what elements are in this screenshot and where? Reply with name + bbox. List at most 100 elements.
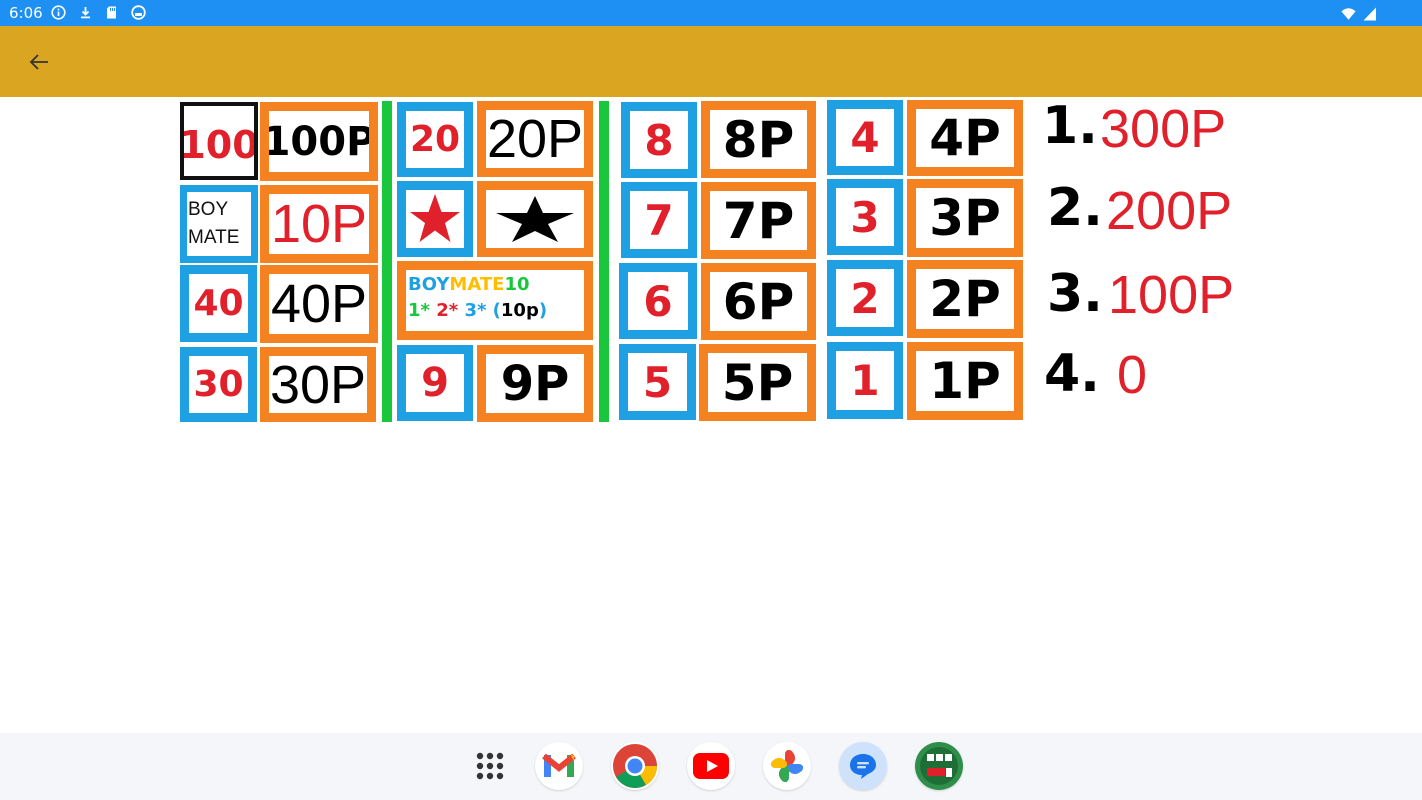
boymate-text: BOY MATE [188,196,239,252]
app-dock [0,733,1422,800]
prize-cell-4p[interactable]: 4P [907,100,1023,176]
rank-number-4: 4. [1044,344,1100,404]
combo-close-paren: ) [538,300,548,321]
number-label: 40 [193,283,244,324]
prize-cell-9p[interactable]: 9P [477,345,593,422]
combo-mate: MATE [449,274,505,295]
prize-label: 30P [269,354,367,415]
prize-label: 1P [929,352,1001,410]
combo-points: 10p [500,300,539,321]
prize-label: 2P [929,270,1001,328]
number-label: 9 [421,360,449,406]
number-cell-1[interactable]: 1 [827,342,903,419]
status-time: 6:06 [9,4,43,22]
status-bar: 6:06 [0,0,1422,26]
prize-label: 4P [929,109,1001,167]
number-label: 4 [850,113,880,162]
black-star-icon [496,196,574,242]
prize-label: 20P [486,109,584,169]
prize-cell-5p[interactable]: 5P [699,344,816,421]
combo-line-1: BOYMATE10 [408,272,530,298]
combo-line-2: 1* 2* 3* (10p) [408,298,547,324]
back-button[interactable] [24,47,54,77]
rank-number-3: 3. [1047,264,1103,324]
prize-cell-20p[interactable]: 20P [477,101,593,177]
download-icon [78,5,93,20]
prize-label: 7P [722,191,795,250]
number-cell-100[interactable]: 100 [180,102,258,180]
number-cell-4[interactable]: 4 [827,100,903,175]
prize-label: 3P [929,189,1001,247]
number-label: 20 [409,119,461,160]
number-label: 7 [644,195,674,245]
number-cell-5[interactable]: 5 [619,344,696,420]
column-divider-2 [599,101,609,422]
app-bar [0,26,1422,97]
prize-cell-1p[interactable]: 1P [907,342,1023,420]
column-divider-1 [382,101,392,422]
number-label: 5 [642,357,673,407]
messages-icon[interactable] [839,742,887,790]
prize-cell-3p[interactable]: 3P [907,179,1023,257]
number-cell-7[interactable]: 7 [621,182,697,258]
number-label: 2 [850,273,880,323]
prize-cell-100p[interactable]: 100P [260,102,378,181]
wifi-icon [1341,6,1356,21]
number-label: 6 [643,276,673,326]
prize-cell-star[interactable] [477,181,593,257]
boymate-cell[interactable]: BOY MATE [180,185,258,263]
prize-label: 40P [270,274,368,334]
combo-open-paren: ( [492,300,501,321]
prize-cell-8p[interactable]: 8P [701,101,816,178]
prize-cell-6p[interactable]: 6P [701,263,816,340]
grid-dots-icon [476,752,504,780]
gmail-icon[interactable] [535,742,583,790]
prize-label: 6P [722,272,795,331]
prize-cell-40p[interactable]: 40P [260,265,378,343]
number-cell-6[interactable]: 6 [619,263,697,339]
number-cell-2[interactable]: 2 [827,260,903,336]
number-label: 1 [850,356,880,405]
combo-cell[interactable]: BOYMATE10 1* 2* 3* (10p) [397,261,593,340]
number-cell-30[interactable]: 30 [180,347,257,422]
prize-cell-7p[interactable]: 7P [701,182,816,259]
app-drawer-icon[interactable] [466,742,514,790]
arrow-left-icon [29,54,48,70]
sd-card-icon [104,5,119,20]
combo-star-2: 2* [436,300,459,321]
circle-app-icon [131,5,146,20]
rank-value-4: 0 [1117,345,1148,405]
number-cell-20[interactable]: 20 [397,102,473,177]
number-label: 8 [644,115,674,165]
prize-label: 5P [721,353,794,412]
red-star-icon [410,194,460,242]
number-cell-9[interactable]: 9 [397,345,473,421]
youtube-icon[interactable] [687,742,735,790]
number-label: 3 [850,192,880,242]
rank-number-2: 2. [1047,178,1103,238]
boymate-line-2: MATE [188,227,240,248]
prize-cell-30p[interactable]: 30P [260,347,376,422]
rank-value-1: 300P [1100,99,1227,159]
prize-cell-10p[interactable]: 10P [260,185,378,263]
star-cell[interactable] [397,181,473,257]
number-cell-40[interactable]: 40 [180,265,257,342]
combo-boy: BOY [408,274,450,295]
game-app-icon[interactable] [915,742,963,790]
chrome-icon[interactable] [611,742,659,790]
number-cell-3[interactable]: 3 [827,179,903,255]
number-cell-8[interactable]: 8 [621,102,697,178]
prize-label: 100P [262,118,376,165]
prize-label: 9P [500,355,570,412]
combo-star-1: 1* [408,300,430,321]
number-label: 100 [180,123,258,167]
photos-icon[interactable] [763,742,811,790]
rank-value-2: 200P [1106,181,1233,241]
battery-icon [1362,6,1377,21]
prize-label: 8P [722,110,795,169]
prize-cell-2p[interactable]: 2P [907,260,1023,338]
rank-number-1: 1. [1042,96,1098,156]
info-icon [51,5,66,20]
rank-value-3: 100P [1108,265,1235,325]
boymate-line-1: BOY [188,199,229,220]
